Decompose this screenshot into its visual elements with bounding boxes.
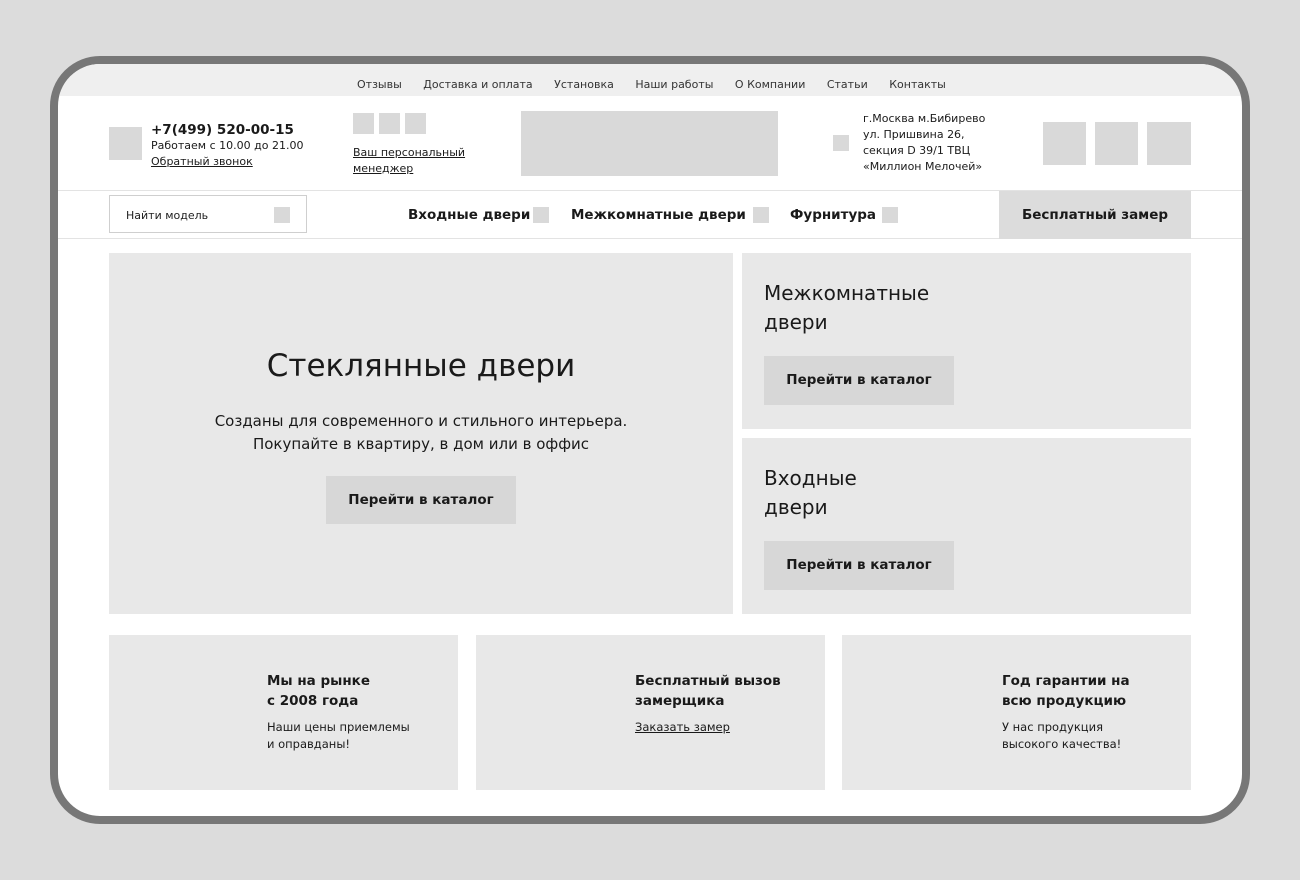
feature-title-line: Мы на рынке (267, 673, 370, 689)
hero-catalog-button[interactable]: Перейти в каталог (326, 476, 516, 524)
phone-number[interactable]: +7(499) 520-00-15 (151, 122, 303, 138)
address-line: секция D 39/1 ТВЦ (863, 144, 971, 157)
top-nav-link-installation[interactable]: Установка (554, 78, 614, 91)
address-line: г.Москва м.Бибирево (863, 112, 986, 125)
card-title-line: Входные (764, 466, 857, 490)
messenger-icon[interactable] (353, 113, 374, 134)
interior-catalog-button[interactable]: Перейти в каталог (764, 356, 954, 405)
top-nav: Отзывы Доставка и оплата Установка Наши … (58, 64, 1242, 96)
chevron-down-icon[interactable] (882, 207, 898, 223)
chevron-down-icon[interactable] (533, 207, 549, 223)
card-title-line: Межкомнатные (764, 281, 930, 305)
feature-text: У нас продукция высокого качества! (1002, 719, 1121, 753)
feature-card: Бесплатный вызов замерщика Заказать заме… (476, 635, 825, 790)
feature-text-line: Наши цены приемлемы (267, 720, 410, 734)
card-title: Межкомнатные двери (764, 279, 929, 337)
entrance-catalog-button[interactable]: Перейти в каталог (764, 541, 954, 590)
personal-manager-link[interactable]: Ваш персональный менеджер (353, 145, 493, 177)
card-title: Входные двери (764, 464, 857, 522)
search-placeholder: Найти модель (126, 209, 209, 222)
menu-item-interior-doors[interactable]: Межкомнатные двери (571, 207, 746, 223)
feature-title-line: замерщика (635, 693, 725, 709)
address-line: «Миллион Мелочей» (863, 160, 983, 173)
feature-card: Год гарантии на всю продукцию У нас прод… (842, 635, 1191, 790)
feature-card: Мы на рынке с 2008 года Наши цены приемл… (109, 635, 458, 790)
location-icon (833, 135, 849, 151)
messenger-icon[interactable] (379, 113, 400, 134)
feature-title-line: всю продукцию (1002, 693, 1127, 709)
feature-text-line: У нас продукция (1002, 720, 1103, 734)
feature-title: Мы на рынке с 2008 года (267, 671, 370, 711)
banner-placeholder (521, 111, 778, 176)
logo-icon[interactable] (109, 127, 142, 160)
hero-card: Стеклянные двери Созданы для современног… (109, 253, 733, 614)
menu-item-hardware[interactable]: Фурнитура (790, 207, 876, 223)
order-measurement-link[interactable]: Заказать замер (635, 719, 730, 736)
hero-subtitle-line: Покупайте в квартиру, в дом или в оффис (252, 435, 590, 453)
free-measurement-button[interactable]: Бесплатный замер (999, 191, 1191, 239)
contact-block: +7(499) 520-00-15 Работаем с 10.00 до 21… (151, 122, 303, 170)
card-title-line: двери (764, 310, 828, 334)
feature-title-line: Год гарантии на (1002, 673, 1130, 689)
interior-doors-card: Межкомнатные двери Перейти в каталог (742, 253, 1191, 429)
main-menu: Найти модель Входные двери Межкомнатные … (58, 191, 1242, 239)
header: +7(499) 520-00-15 Работаем с 10.00 до 21… (58, 96, 1242, 191)
feature-text-line: высокого качества! (1002, 737, 1122, 751)
hero-title: Стеклянные двери (266, 348, 576, 384)
top-nav-links: Отзывы Доставка и оплата Установка Наши … (357, 78, 967, 91)
header-action-icon[interactable] (1043, 122, 1086, 165)
messenger-icon[interactable] (405, 113, 426, 134)
address: г.Москва м.Бибирево ул. Пришвина 26, сек… (863, 111, 985, 175)
working-hours: Работаем с 10.00 до 21.00 (151, 139, 304, 152)
top-nav-link-works[interactable]: Наши работы (635, 78, 713, 91)
feature-title-line: с 2008 года (267, 693, 359, 709)
card-title-line: двери (764, 495, 828, 519)
feature-text: Наши цены приемлемы и оправданы! (267, 719, 410, 753)
entrance-doors-card: Входные двери Перейти в каталог (742, 438, 1191, 614)
top-nav-link-delivery[interactable]: Доставка и оплата (423, 78, 532, 91)
feature-title: Бесплатный вызов замерщика (635, 671, 781, 711)
top-nav-link-articles[interactable]: Статьи (827, 78, 868, 91)
address-line: ул. Пришвина 26, (863, 128, 965, 141)
manager-line: Ваш персональный (353, 146, 466, 159)
chevron-down-icon[interactable] (753, 207, 769, 223)
search-icon[interactable] (274, 207, 290, 223)
hero-subtitle-line: Созданы для современного и стильного инт… (214, 412, 628, 430)
feature-title-line: Бесплатный вызов (635, 673, 781, 689)
top-nav-link-reviews[interactable]: Отзывы (357, 78, 402, 91)
top-nav-link-contacts[interactable]: Контакты (889, 78, 946, 91)
hero-subtitle: Созданы для современного и стильного инт… (109, 410, 733, 456)
header-action-icon[interactable] (1147, 122, 1191, 165)
callback-link[interactable]: Обратный звонок (151, 154, 303, 170)
header-action-icon[interactable] (1095, 122, 1138, 165)
manager-line: менеджер (353, 162, 414, 175)
search-input[interactable]: Найти модель (109, 195, 307, 233)
feature-title: Год гарантии на всю продукцию (1002, 671, 1130, 711)
menu-item-entrance-doors[interactable]: Входные двери (408, 207, 530, 223)
browser-frame: Отзывы Доставка и оплата Установка Наши … (50, 56, 1250, 824)
top-nav-link-about[interactable]: О Компании (735, 78, 805, 91)
feature-text-line: и оправданы! (267, 737, 351, 751)
